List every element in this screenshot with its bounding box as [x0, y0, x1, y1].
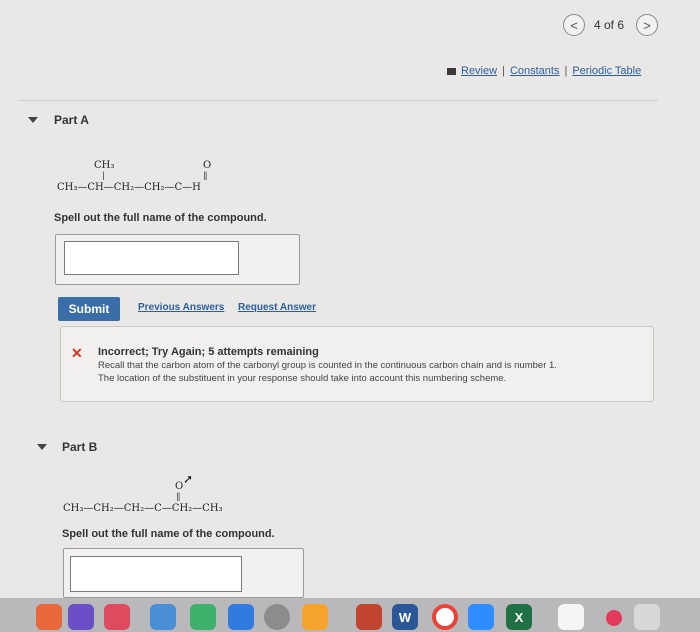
- incorrect-x-icon: ✕: [71, 345, 83, 361]
- divider: [18, 100, 658, 101]
- double-bond-mark: ||: [176, 492, 181, 501]
- settings-icon[interactable]: [264, 604, 290, 630]
- feedback-title: Incorrect; Try Again; 5 attempts remaini…: [98, 346, 319, 358]
- condensed-formula-chain: CH₃—CH—CH₂—CH₂—C—H: [57, 182, 201, 193]
- part-a-question: Spell out the full name of the compound.: [54, 212, 267, 224]
- link-separator: |: [502, 65, 505, 77]
- part-b-title: Part B: [62, 440, 98, 454]
- constants-link[interactable]: Constants: [510, 65, 560, 77]
- collapse-caret-icon[interactable]: [37, 444, 47, 450]
- part-a-answer-input[interactable]: [64, 241, 239, 275]
- app-icon[interactable]: [36, 604, 62, 630]
- app-icon[interactable]: [150, 604, 176, 630]
- previous-page-button[interactable]: <: [563, 14, 585, 36]
- feedback-panel: ✕ Incorrect; Try Again; 5 attempts remai…: [60, 326, 654, 402]
- part-a-title: Part A: [54, 113, 89, 127]
- macos-dock: W X: [0, 598, 700, 632]
- previous-answers-link[interactable]: Previous Answers: [138, 302, 224, 313]
- next-page-button[interactable]: >: [636, 14, 658, 36]
- chevron-right-icon: >: [643, 17, 651, 33]
- single-bond-mark: |: [102, 171, 105, 180]
- resource-links: Review | Constants | Periodic Table: [447, 65, 641, 77]
- part-b-answer-input[interactable]: [70, 556, 242, 592]
- periodic-table-link[interactable]: Periodic Table: [572, 65, 641, 77]
- feedback-hint-line: The location of the substituent in your …: [98, 373, 507, 384]
- app-icon[interactable]: [356, 604, 382, 630]
- app-icon[interactable]: [104, 604, 130, 630]
- music-icon[interactable]: [606, 610, 622, 626]
- feedback-hint-line: Recall that the carbon atom of the carbo…: [98, 360, 557, 371]
- methyl-branch-label: CH₃: [94, 160, 115, 171]
- collapse-caret-icon[interactable]: [28, 117, 38, 123]
- books-icon: [447, 67, 456, 75]
- review-link[interactable]: Review: [461, 65, 497, 77]
- link-separator: |: [564, 65, 568, 77]
- carbonyl-oxygen-label: O: [175, 481, 184, 492]
- mouse-cursor-icon: ➚: [183, 472, 194, 486]
- app-store-icon[interactable]: [228, 604, 254, 630]
- pencil-app-icon[interactable]: [302, 604, 328, 630]
- trash-icon[interactable]: [634, 604, 660, 630]
- top-navigation: < 4 of 6 >: [0, 0, 700, 50]
- chevron-left-icon: <: [570, 17, 578, 33]
- double-bond-mark: ||: [203, 171, 208, 180]
- part-b-question: Spell out the full name of the compound.: [62, 528, 275, 540]
- excel-icon[interactable]: X: [506, 604, 532, 630]
- page-counter: 4 of 6: [594, 18, 625, 32]
- numbers-icon[interactable]: [190, 604, 216, 630]
- word-icon[interactable]: W: [392, 604, 418, 630]
- document-icon[interactable]: [558, 604, 584, 630]
- submit-button[interactable]: Submit: [58, 297, 120, 321]
- condensed-formula-chain: CH₃—CH₂—CH₂—C—CH₂—CH₃: [63, 503, 223, 514]
- zoom-icon[interactable]: [468, 604, 494, 630]
- request-answer-link[interactable]: Request Answer: [238, 302, 316, 313]
- app-icon[interactable]: [68, 604, 94, 630]
- chrome-icon[interactable]: [432, 604, 458, 630]
- carbonyl-oxygen-label: O: [203, 160, 212, 171]
